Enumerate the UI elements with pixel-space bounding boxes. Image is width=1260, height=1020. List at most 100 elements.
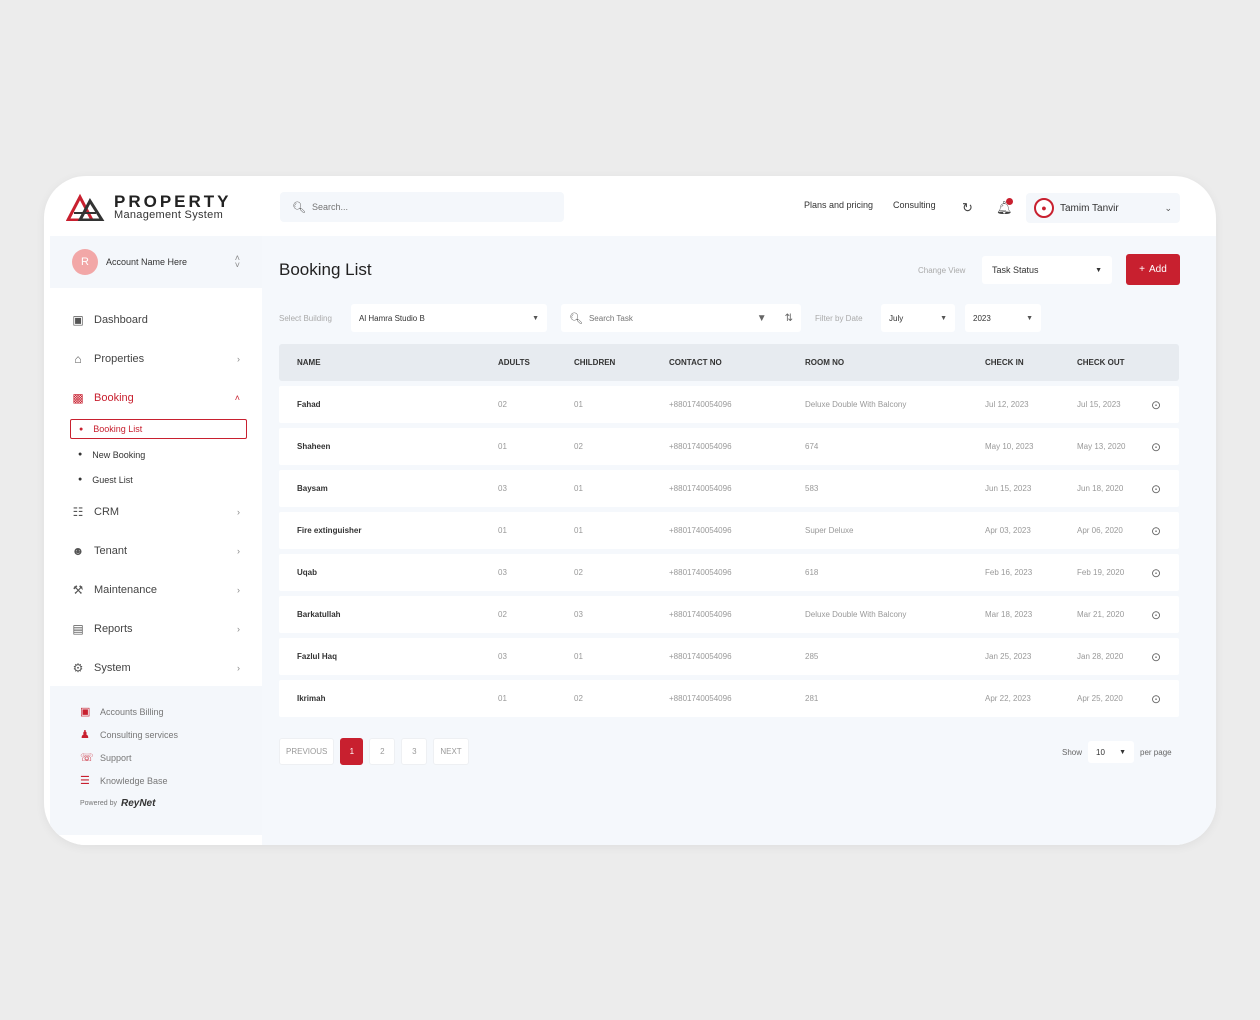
guest-name-cell: Fire extinguisher xyxy=(297,526,362,535)
adults-cell: 02 xyxy=(498,400,507,409)
crm-icon: ☷ xyxy=(72,504,84,519)
table-row[interactable]: Fazlul Haq 03 01 +8801740054096 285 Jan 25, 2… xyxy=(279,638,1179,675)
table-row[interactable]: Shaheen 01 02 +8801740054096 674 May 10, 2023… xyxy=(279,428,1179,465)
sidebar-item-tenant[interactable]: ☻ Tenant › xyxy=(50,531,262,570)
account-switcher[interactable]: R Account Name Here ˄ ˅ xyxy=(50,236,262,288)
column-header[interactable]: CHECK OUT xyxy=(1059,358,1139,367)
row-options-icon[interactable]: ⊙ xyxy=(1139,398,1179,412)
next-page-button[interactable]: NEXT xyxy=(433,738,469,765)
table-row[interactable]: Uqab 03 02 +8801740054096 618 Feb 16, 2023 Feb… xyxy=(279,554,1179,591)
link-knowledge-base[interactable]: ☰ Knowledge Base xyxy=(80,769,262,792)
book-icon: ☰ xyxy=(80,775,90,787)
page-button-2[interactable]: 2 xyxy=(369,738,396,765)
sidebar-item-label: Maintenance xyxy=(94,583,157,596)
link-support[interactable]: ☏ Support xyxy=(80,746,262,769)
contact-cell: +8801740054096 xyxy=(669,610,732,619)
table-row[interactable]: Fire extinguisher 01 01 +8801740054096 Super… xyxy=(279,512,1179,549)
sidebar-item-properties[interactable]: ⌂ Properties › xyxy=(50,339,262,378)
page-button-3[interactable]: 3 xyxy=(401,738,428,765)
consulting-link[interactable]: Consulting xyxy=(893,200,936,210)
switch-account-icon[interactable]: ˄ ˅ xyxy=(235,253,240,269)
table-row[interactable]: Baysam 03 01 +8801740054096 583 Jun 15, 2023 J… xyxy=(279,470,1179,507)
sidebar-item-crm[interactable]: ☷ CRM › xyxy=(50,492,262,531)
bullet-icon: ● xyxy=(79,425,84,433)
room-cell: Deluxe Double With Balcony xyxy=(805,400,907,409)
chevron-right-icon: › xyxy=(237,623,240,634)
global-search-input[interactable] xyxy=(311,202,552,212)
check-out-cell: Jan 28, 2020 xyxy=(1077,652,1124,661)
chevron-right-icon: › xyxy=(237,584,240,595)
reports-icon: ▤ xyxy=(72,621,84,636)
per-page-label: per page xyxy=(1140,747,1172,757)
filter-icon[interactable]: ▼ xyxy=(757,313,767,324)
change-view-select[interactable]: Task Status ▼ xyxy=(982,256,1112,284)
room-cell: 583 xyxy=(805,484,819,493)
check-out-cell: May 13, 2020 xyxy=(1077,442,1126,451)
user-menu[interactable]: ● Tamim Tanvir ⌄ xyxy=(1026,193,1180,223)
sidebar-item-system[interactable]: ⚙ System › xyxy=(50,648,262,687)
link-consulting-services[interactable]: ♟ Consulting services xyxy=(80,723,262,746)
sidebar-item-label: Booking xyxy=(94,391,134,404)
sidebar-item-dashboard[interactable]: ▣ Dashboard xyxy=(50,300,262,339)
children-cell: 01 xyxy=(574,484,583,493)
tenant-icon: ☻ xyxy=(71,543,85,558)
powered-by-label: Powered by xyxy=(80,800,117,807)
sidebar-item-maintenance[interactable]: ⚒ Maintenance › xyxy=(50,570,262,609)
person-icon: ♟ xyxy=(80,729,90,741)
column-header[interactable]: NAME xyxy=(279,358,480,367)
check-in-cell: Jul 12, 2023 xyxy=(985,400,1029,409)
table-row[interactable]: Fahad 02 01 +8801740054096 Deluxe Double Wit… xyxy=(279,386,1179,423)
link-accounts-billing[interactable]: ▣ Accounts Billing xyxy=(80,700,262,723)
row-options-icon[interactable]: ⊙ xyxy=(1139,692,1179,706)
bullet-icon: ● xyxy=(78,451,83,458)
headset-icon: ☏ xyxy=(80,752,94,764)
page-title: Booking List xyxy=(279,260,372,279)
building-select[interactable]: Al Hamra Studio B ▼ xyxy=(351,304,547,332)
column-header[interactable]: CHILDREN xyxy=(556,358,651,367)
brand-logo[interactable]: PROPERTY Management System xyxy=(66,192,256,222)
column-header[interactable]: ROOM NO xyxy=(787,358,967,367)
sidebar-item-reports[interactable]: ▤ Reports › xyxy=(50,609,262,648)
column-header[interactable]: CHECK IN xyxy=(967,358,1059,367)
room-cell: Deluxe Double With Balcony xyxy=(805,610,907,619)
credit-card-icon: ▣ xyxy=(80,706,91,718)
month-select[interactable]: July ▼ xyxy=(881,304,955,332)
submenu-booking-list[interactable]: ● Booking List xyxy=(70,419,247,439)
per-page-select[interactable]: 10 ▼ xyxy=(1088,741,1135,763)
check-in-cell: Apr 22, 2023 xyxy=(985,694,1031,703)
row-options-icon[interactable]: ⊙ xyxy=(1139,566,1179,580)
adults-cell: 02 xyxy=(498,610,507,619)
submenu-new-booking[interactable]: ● New Booking xyxy=(70,442,262,467)
main-content: Booking List Change View Task Status ▼ +… xyxy=(262,236,1216,845)
page-button-1[interactable]: 1 xyxy=(340,738,364,765)
pagination: PREVIOUS 1 2 3 NEXT xyxy=(279,738,469,765)
task-search[interactable]: 🔍︎ ▼ ⇅ xyxy=(561,304,801,332)
table-body: Fahad 02 01 +8801740054096 Deluxe Double Wit… xyxy=(279,386,1179,717)
caret-down-icon: ▼ xyxy=(1026,314,1033,322)
column-header[interactable]: CONTACT NO xyxy=(651,358,787,367)
chevron-right-icon: › xyxy=(237,662,240,673)
table-row[interactable]: Barkatullah 02 03 +8801740054096 Deluxe Doub… xyxy=(279,596,1179,633)
row-options-icon[interactable]: ⊙ xyxy=(1139,608,1179,622)
check-out-cell: Apr 06, 2020 xyxy=(1077,526,1123,535)
previous-page-button[interactable]: PREVIOUS xyxy=(279,738,335,765)
row-options-icon[interactable]: ⊙ xyxy=(1139,482,1179,496)
column-header[interactable]: ADULTS xyxy=(480,358,556,367)
row-options-icon[interactable]: ⊙ xyxy=(1139,524,1179,538)
month-value: July xyxy=(889,313,904,323)
row-options-icon[interactable]: ⊙ xyxy=(1139,440,1179,454)
user-avatar: ● xyxy=(1034,198,1054,218)
task-search-input[interactable] xyxy=(588,313,757,323)
plans-pricing-link[interactable]: Plans and pricing xyxy=(804,200,873,210)
sidebar-item-booking[interactable]: ▩ Booking ˄ xyxy=(50,378,262,417)
year-select[interactable]: 2023 ▼ xyxy=(965,304,1041,332)
sort-icon[interactable]: ⇅ xyxy=(785,313,793,324)
check-out-cell: Apr 25, 2020 xyxy=(1077,694,1123,703)
check-in-cell: Jun 15, 2023 xyxy=(985,484,1032,493)
submenu-guest-list[interactable]: ● Guest List xyxy=(70,467,262,492)
global-search[interactable]: 🔍︎ xyxy=(280,192,564,222)
table-row[interactable]: Ikrimah 01 02 +8801740054096 281 Apr 22, 2023… xyxy=(279,680,1179,717)
refresh-icon[interactable]: ↻ xyxy=(962,200,973,216)
row-options-icon[interactable]: ⊙ xyxy=(1139,650,1179,664)
add-button[interactable]: + Add xyxy=(1126,254,1180,285)
